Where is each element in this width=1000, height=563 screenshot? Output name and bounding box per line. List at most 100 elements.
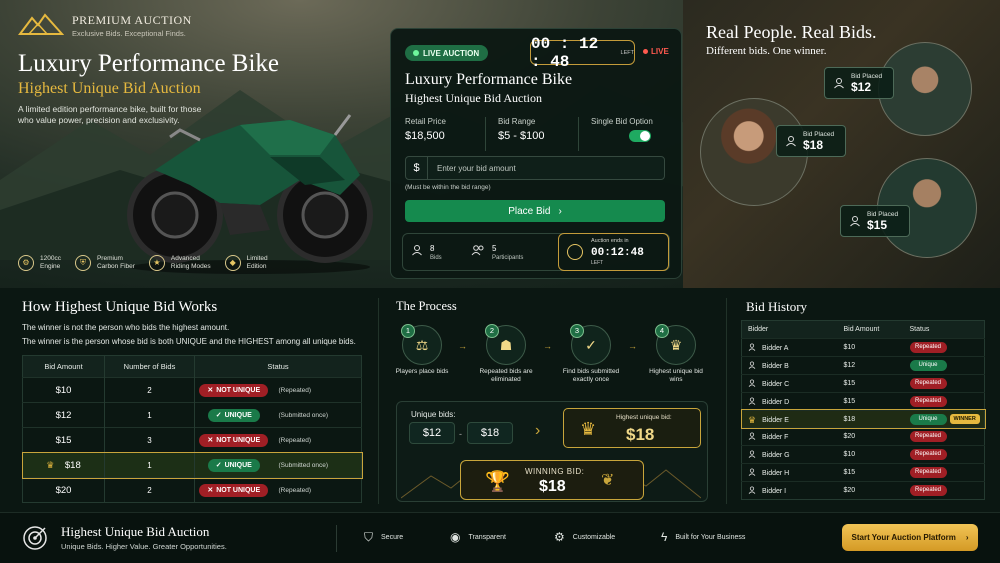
divider: [378, 298, 379, 504]
bid-count-cell: 1: [104, 402, 195, 428]
single-bid-toggle[interactable]: [629, 130, 651, 142]
status-badge: ✕ NOT UNIQUE: [199, 483, 269, 497]
bidder-cell: Bidder I: [741, 481, 838, 500]
card-subtitle: Highest Unique Bid Auction: [405, 91, 542, 105]
bid-tag-2: Bid Placed $18: [776, 125, 846, 157]
how-line-2: The winner is the person whose bid is bo…: [22, 337, 356, 346]
status-badge: Unique: [909, 359, 947, 371]
check-circle-icon: 3 ✓: [570, 324, 611, 365]
user-icon: [748, 468, 756, 477]
footer-title: Highest Unique Bid Auction: [61, 524, 210, 539]
bid-amount-field[interactable]: $: [405, 156, 665, 180]
bidder-cell: Bidder F: [741, 427, 838, 446]
eye-icon: ◉: [450, 530, 461, 544]
process-title: The Process: [396, 299, 457, 313]
crown-icon: ♛: [580, 419, 597, 439]
status-badge: ✓ UNIQUE: [207, 458, 260, 472]
footer-feature-business: ϟ Built for Your Business: [661, 530, 746, 544]
bid-range-note: (Must be within the bid range): [405, 184, 491, 191]
table-row: Bidder B $12 Unique: [741, 355, 985, 375]
arrow-right-icon: →: [543, 341, 552, 351]
status-cell: ✓ UNIQUE: [194, 402, 273, 428]
bidder-cell: Bidder D: [741, 391, 838, 411]
bid-tag-1: Bid Placed $12: [824, 67, 894, 99]
process-step-1: 1 ⚖ Players place bids: [395, 324, 449, 375]
table-row: Bidder D $15 Repeated: [741, 391, 985, 411]
table-header-row: Bidder Bid Amount Status: [741, 320, 985, 339]
card-stats: 8 Bids 5 Participants Auction ends in 00:1…: [402, 233, 670, 271]
bid-count-cell: 2: [104, 377, 195, 403]
chevron-right-icon: ›: [558, 205, 562, 217]
brand[interactable]: PREMIUM AUCTION Exclusive Bids. Exceptio…: [18, 12, 192, 38]
col-bidder: Bidder: [741, 320, 838, 339]
user-icon: [834, 78, 844, 89]
bid-amount-cell: $20: [22, 477, 105, 503]
table-row: Bidder C $15 Repeated: [741, 373, 985, 393]
bid-amount-cell: $10: [837, 445, 904, 464]
note-cell: (Repeated): [272, 477, 362, 503]
bid-count-cell: 3: [104, 427, 195, 453]
arrow-right-icon: →: [628, 341, 637, 351]
feature-engine: ⚙ 1200cc Engine: [18, 255, 61, 271]
bid-amount-cell: $20: [837, 427, 904, 446]
bidder-cell: ♛ Bidder E: [741, 409, 838, 428]
table-row: $10 2 ✕ NOT UNIQUE (Repeated): [22, 377, 362, 403]
status-cell: Unique WINNER: [903, 409, 985, 428]
single-bid-option: Single Bid Option: [578, 117, 671, 151]
status-badge: ✓ UNIQUE: [207, 408, 260, 422]
status-cell: ✕ NOT UNIQUE: [194, 477, 273, 503]
bidder-cell: Bidder C: [741, 373, 838, 393]
chevron-right-icon: ›: [965, 533, 969, 542]
process-step-3: 3 ✓ Find bids submitted exactly once: [562, 324, 620, 383]
timer-value: 00 : 12 : 48: [531, 34, 599, 71]
bid-range: Bid Range $5 - $100: [485, 117, 578, 151]
footer: Highest Unique Bid Auction Unique Bids. …: [0, 512, 1000, 563]
bid-amount-cell: $12: [22, 402, 105, 428]
footer-feature-customizable: ⚙ Customizable: [554, 530, 616, 544]
ends-left-label: LEFT: [591, 260, 604, 266]
col-status: Status: [194, 355, 362, 378]
users-icon: [471, 245, 484, 256]
unique-bids-box: Unique bids: $12 - $18 › ♛ Highest uniqu…: [396, 401, 708, 502]
status-badge: Repeated: [909, 485, 947, 497]
process-step-2: 2 ☗ Repeated bids are eliminated: [479, 324, 533, 383]
unique-bid-chip: $12: [409, 422, 455, 444]
bid-amount-cell: $10: [837, 338, 904, 357]
hero-features: ⚙ 1200cc Engine ⛨ Premium Carbon Fiber ★ A…: [18, 255, 268, 271]
arrow-right-icon: →: [458, 341, 467, 351]
status-cell: ✕ NOT UNIQUE: [194, 377, 273, 403]
col-bid-amount: Bid Amount: [837, 320, 904, 339]
user-icon: [748, 343, 756, 351]
table-row: ♛ Bidder E $18 Unique WINNER: [740, 409, 986, 429]
auction-card: LIVE AUCTION 00 : 12 : 48 LEFT LIVE Luxu…: [390, 28, 682, 279]
table-row: Bidder H $15 Repeated: [741, 463, 985, 482]
gavel-icon: 1 ⚖: [401, 324, 442, 365]
live-auction-badge: LIVE AUCTION: [405, 45, 489, 61]
bidder-cell: Bidder A: [741, 338, 838, 357]
shield-icon: ⛨: [74, 255, 91, 271]
status-badge: ✕ NOT UNIQUE: [199, 433, 269, 447]
people-icon: 2 ☗: [485, 324, 526, 365]
crown-icon: ♛: [46, 459, 55, 470]
x-icon: ✕: [207, 437, 214, 444]
table-row: $20 2 ✕ NOT UNIQUE (Repeated): [22, 477, 362, 503]
how-line-1: The winner is not the person who bids th…: [22, 323, 230, 332]
bid-amount-input[interactable]: [428, 163, 664, 173]
retail-price: Retail Price $18,500: [405, 117, 446, 142]
unique-bids-label: Unique bids:: [411, 410, 456, 419]
status-cell: ✓ UNIQUE: [194, 452, 273, 478]
bidder-cell: Bidder G: [741, 445, 838, 464]
bid-amount-cell: $10: [22, 377, 105, 403]
winning-bid-label: WINNING BID:: [525, 467, 585, 476]
start-auction-platform-button[interactable]: Start Your Auction Platform ›: [842, 524, 978, 551]
motorcycle-image: [127, 114, 373, 274]
live-dot-icon: [413, 50, 419, 56]
diamond-icon: ◆: [224, 255, 241, 271]
x-icon: ✕: [207, 387, 214, 394]
status-cell: Repeated: [903, 481, 985, 500]
shield-check-icon: ⛉: [364, 530, 374, 544]
place-bid-button[interactable]: Place Bid ›: [405, 200, 665, 222]
footer-subtitle: Unique Bids. Higher Value. Greater Oppor…: [61, 542, 227, 551]
user-icon: [786, 136, 796, 147]
record-dot-icon: [643, 49, 648, 54]
